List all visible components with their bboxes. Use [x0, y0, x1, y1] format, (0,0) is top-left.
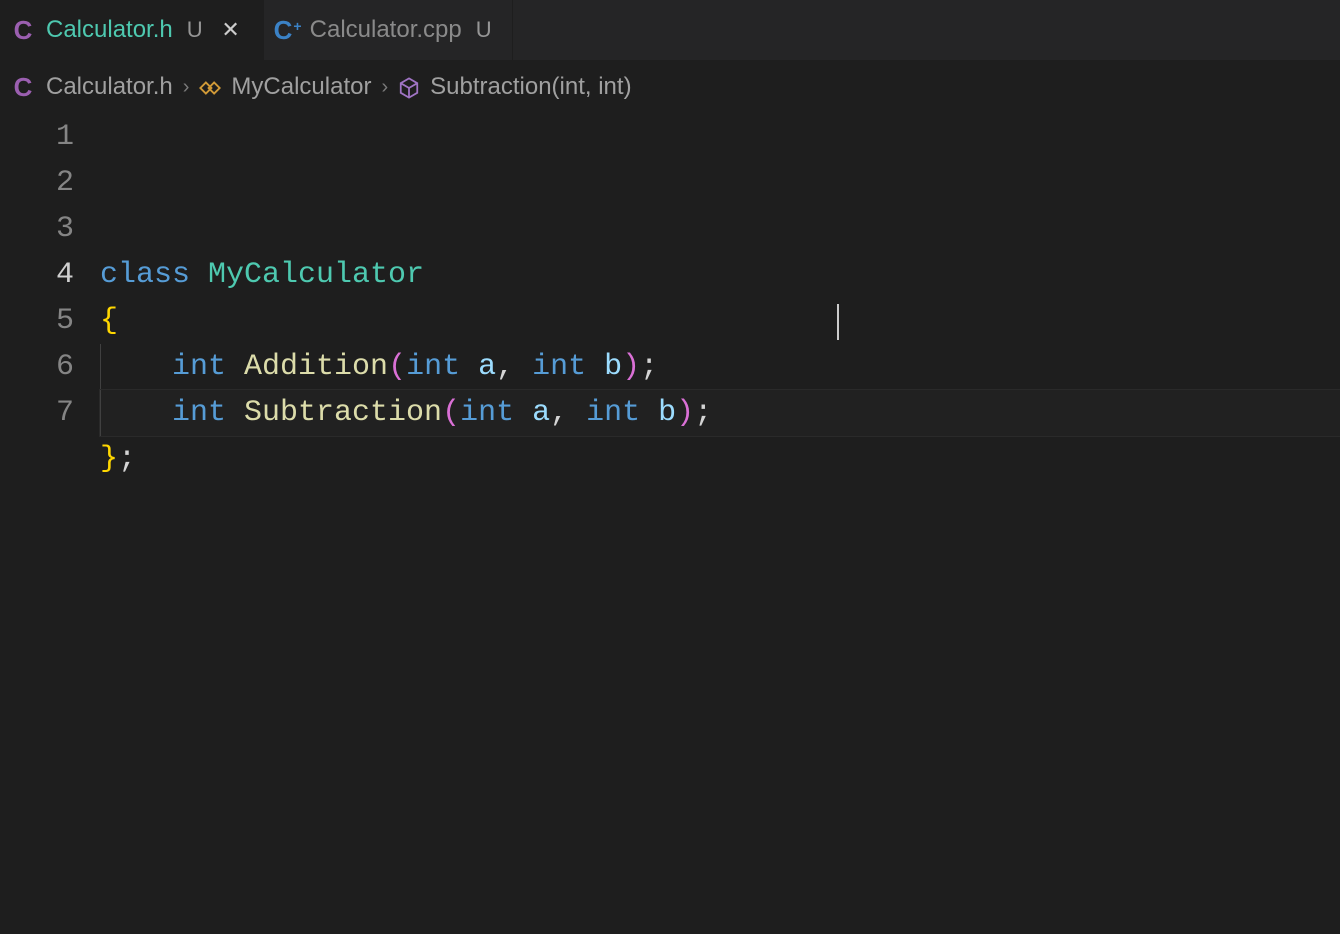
code-content[interactable]: class MyCalculator{ int Addition(int a, … [100, 114, 1340, 574]
c-file-icon: C [10, 72, 36, 103]
code-line[interactable]: { [100, 298, 1340, 344]
tab-calculator-h[interactable]: C Calculator.h U ✕ [0, 0, 264, 60]
code-editor[interactable]: 1234567 class MyCalculator{ int Addition… [0, 114, 1340, 574]
tab-label: Calculator.h [46, 16, 173, 44]
chevron-right-icon: › [381, 76, 388, 99]
code-line[interactable]: int Addition(int a, int b); [100, 344, 1340, 390]
tab-label: Calculator.cpp [310, 16, 462, 44]
code-line[interactable] [100, 482, 1340, 528]
line-gutter: 1234567 [0, 114, 100, 574]
code-line[interactable]: int Subtraction(int a, int b); [100, 390, 1340, 436]
code-line[interactable]: }; [100, 436, 1340, 482]
modified-indicator: U [476, 17, 492, 43]
code-line[interactable] [100, 528, 1340, 574]
code-line[interactable]: class MyCalculator [100, 252, 1340, 298]
tabs-bar: C Calculator.h U ✕ C Calculator.cpp U [0, 0, 1340, 60]
class-icon [199, 73, 221, 101]
modified-indicator: U [187, 17, 203, 43]
c-file-icon: C [10, 15, 36, 46]
breadcrumb-class[interactable]: MyCalculator [231, 73, 371, 101]
close-icon[interactable]: ✕ [219, 17, 243, 43]
cpp-file-icon: C [274, 15, 300, 46]
method-icon [398, 73, 420, 101]
breadcrumb-file[interactable]: Calculator.h [46, 73, 173, 101]
breadcrumb-method[interactable]: Subtraction(int, int) [430, 73, 631, 101]
breadcrumbs[interactable]: C Calculator.h › MyCalculator › Subtract… [0, 60, 1340, 114]
tab-calculator-cpp[interactable]: C Calculator.cpp U [264, 0, 513, 60]
chevron-right-icon: › [183, 76, 190, 99]
